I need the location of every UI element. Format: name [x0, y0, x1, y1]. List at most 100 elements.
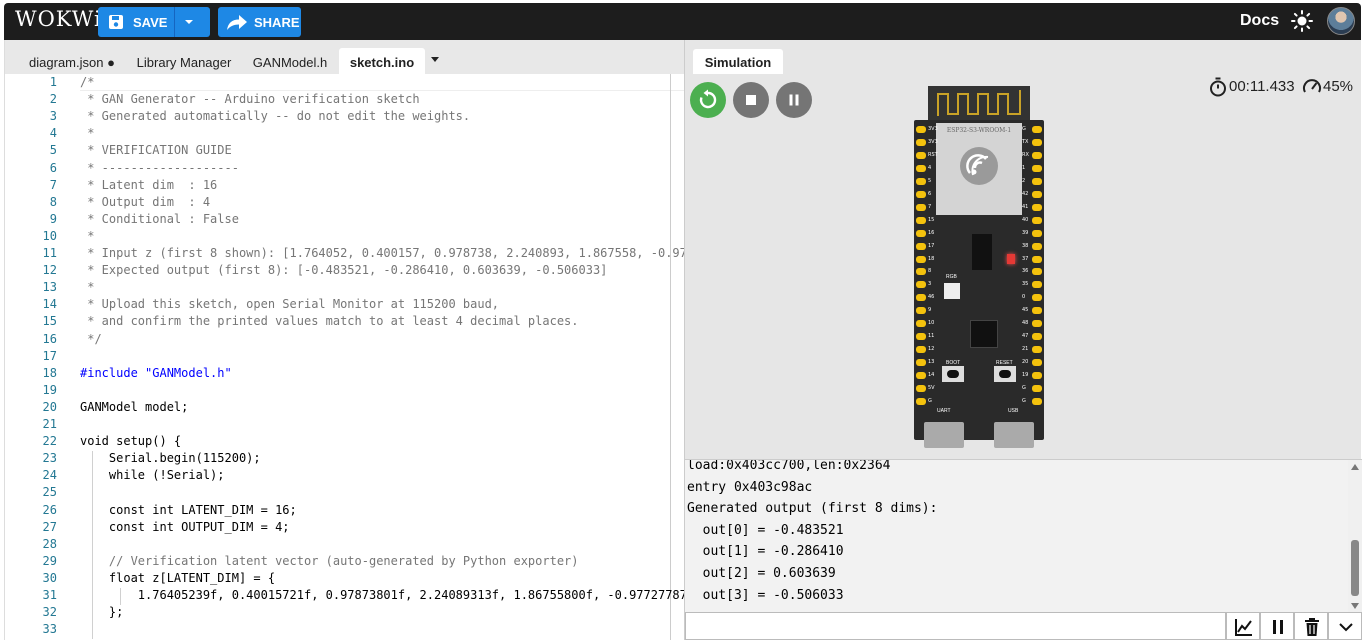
board-pin-right[interactable]	[1032, 268, 1042, 276]
code-line[interactable]: 21	[5, 417, 685, 434]
board-pin-right[interactable]	[1032, 372, 1042, 380]
tab-diagram-json[interactable]: diagram.json ●	[17, 48, 127, 74]
board-pin-left[interactable]	[916, 307, 926, 315]
board-pin-right[interactable]	[1032, 126, 1042, 133]
board-pin-right[interactable]	[1032, 346, 1042, 354]
board-pin-left[interactable]	[916, 138, 926, 146]
sun-icon[interactable]	[1291, 10, 1313, 32]
tab-ganmodel-h[interactable]: GANModel.h	[245, 48, 335, 74]
code-line[interactable]: 30 float z[LATENT_DIM] = {	[5, 571, 685, 588]
code-line[interactable]: 7 * Latent dim : 16	[5, 178, 685, 195]
restart-button[interactable]	[690, 82, 726, 118]
board-pin-left[interactable]	[916, 216, 926, 224]
code-line[interactable]: 28	[5, 537, 685, 554]
code-line[interactable]: 32 };	[5, 605, 685, 622]
board-pin-right[interactable]	[1032, 177, 1042, 185]
board-pin-right[interactable]	[1032, 385, 1042, 392]
board-pin-right[interactable]	[1032, 255, 1042, 263]
board-pin-left[interactable]	[916, 333, 926, 341]
board-pin-left[interactable]	[916, 397, 926, 405]
code-line[interactable]: 19	[5, 383, 685, 400]
save-button[interactable]: SAVE	[98, 7, 210, 37]
stop-button[interactable]	[733, 82, 769, 118]
code-line[interactable]: 27 const int OUTPUT_DIM = 4;	[5, 520, 685, 537]
board-pin-left[interactable]	[916, 372, 926, 380]
tab-simulation[interactable]: Simulation	[693, 49, 783, 74]
board-pin-left[interactable]	[916, 190, 926, 198]
board-pin-left[interactable]	[916, 294, 926, 302]
plotter-button[interactable]	[1226, 612, 1260, 640]
code-line[interactable]: 14 * Upload this sketch, open Serial Mon…	[5, 297, 685, 314]
board-pin-right[interactable]	[1032, 151, 1042, 159]
tab-sketch-ino[interactable]: sketch.ino	[339, 48, 425, 74]
clear-serial-button[interactable]	[1294, 612, 1328, 640]
code-line[interactable]: 29 // Verification latent vector (auto-g…	[5, 554, 685, 571]
code-line[interactable]: 24 while (!Serial);	[5, 468, 685, 485]
board-pin-left[interactable]	[916, 151, 926, 159]
code-line[interactable]: 33	[5, 622, 685, 639]
scroll-down-icon[interactable]	[1351, 603, 1359, 609]
code-line[interactable]: 18 #include "GANModel.h"	[5, 366, 685, 383]
code-line[interactable]: 8 * Output dim : 4	[5, 195, 685, 212]
code-line[interactable]: 13 *	[5, 280, 685, 297]
code-line[interactable]: 16 */	[5, 332, 685, 349]
board-pin-left[interactable]	[916, 203, 926, 211]
board-pin-left[interactable]	[916, 255, 926, 263]
avatar[interactable]	[1327, 7, 1355, 35]
wokwi-logo[interactable]: WOKWi	[15, 7, 102, 31]
code-line[interactable]: 4 *	[5, 126, 685, 143]
code-line[interactable]: 17	[5, 349, 685, 366]
board-pin-right[interactable]	[1032, 281, 1042, 289]
code-line[interactable]: 11 * Input z (first 8 shown): [1.764052,…	[5, 246, 685, 263]
board-pin-right[interactable]	[1032, 294, 1042, 302]
board-reset-button[interactable]	[994, 366, 1016, 382]
board-pin-right[interactable]	[1032, 203, 1042, 211]
code-line[interactable]: 9 * Conditional : False	[5, 212, 685, 229]
serial-scrollbar[interactable]	[1348, 460, 1362, 612]
board-pin-left[interactable]	[916, 346, 926, 354]
board-pin-left[interactable]	[916, 126, 926, 133]
board-pin-right[interactable]	[1032, 359, 1042, 367]
code-line[interactable]: 6 * -------------------	[5, 161, 685, 178]
serial-input[interactable]	[685, 612, 1226, 640]
board-pin-left[interactable]	[916, 359, 926, 367]
board-pin-right[interactable]	[1032, 242, 1042, 250]
code-line[interactable]: 15 * and confirm the printed values matc…	[5, 314, 685, 331]
code-line[interactable]: 2 * GAN Generator -- Arduino verificatio…	[5, 92, 685, 109]
board-pin-left[interactable]	[916, 242, 926, 250]
pause-button[interactable]	[776, 82, 812, 118]
board-pin-right[interactable]	[1032, 320, 1042, 328]
code-line[interactable]: 5 * VERIFICATION GUIDE	[5, 143, 685, 160]
board-pin-left[interactable]	[916, 229, 926, 237]
board-pin-left[interactable]	[916, 177, 926, 185]
share-button[interactable]: SHARE	[218, 7, 301, 37]
docs-link[interactable]: Docs	[1240, 12, 1279, 30]
tab-overflow-caret-icon[interactable]	[430, 56, 440, 64]
code-line[interactable]: 1 /*	[5, 75, 685, 92]
chevron-down-icon[interactable]	[183, 16, 195, 28]
code-line[interactable]: 26 const int LATENT_DIM = 16;	[5, 503, 685, 520]
board-pin-left[interactable]	[916, 320, 926, 328]
board-pin-right[interactable]	[1032, 138, 1042, 146]
tab-library-manager[interactable]: Library Manager	[129, 48, 239, 74]
serial-pause-button[interactable]	[1260, 612, 1294, 640]
serial-monitor[interactable]: load:0x403cc700,len:0x2364 entry 0x403c98…	[685, 459, 1362, 612]
board-pin-left[interactable]	[916, 281, 926, 289]
board-pin-right[interactable]	[1032, 333, 1042, 341]
board-pin-left[interactable]	[916, 268, 926, 276]
code-line[interactable]: 22 void setup() {	[5, 434, 685, 451]
scrollbar-thumb[interactable]	[1351, 540, 1359, 596]
code-line[interactable]: 23 Serial.begin(115200);	[5, 451, 685, 468]
board-pin-right[interactable]	[1032, 190, 1042, 198]
serial-collapse-button[interactable]	[1328, 612, 1362, 640]
board-pin-left[interactable]	[916, 385, 926, 392]
board-pin-right[interactable]	[1032, 164, 1042, 172]
code-line[interactable]: 20 GANModel model;	[5, 400, 685, 417]
board-pin-right[interactable]	[1032, 229, 1042, 237]
code-line[interactable]: 12 * Expected output (first 8): [-0.4835…	[5, 263, 685, 280]
scroll-up-icon[interactable]	[1351, 464, 1359, 470]
board-pin-right[interactable]	[1032, 397, 1042, 405]
boot-button[interactable]	[942, 366, 964, 382]
code-line[interactable]: 10 *	[5, 229, 685, 246]
board-pin-right[interactable]	[1032, 216, 1042, 224]
